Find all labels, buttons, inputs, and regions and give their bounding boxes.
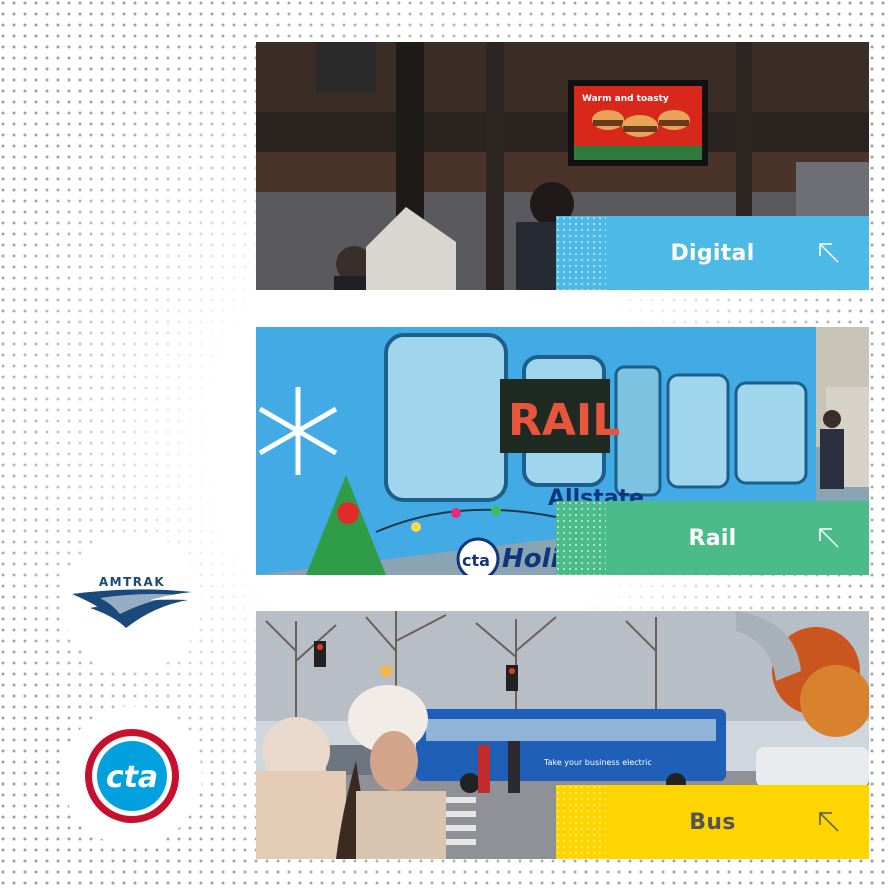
rail-led-sign: RAIL <box>508 395 620 446</box>
amtrak-logo-badge[interactable]: AMTRAK <box>62 532 202 672</box>
bus-card[interactable]: Take your business electric Bus <box>256 611 869 859</box>
rail-card[interactable]: RAIL Allstate cta Holiday <box>256 327 869 575</box>
digital-screen-headline: Warm and toasty <box>582 94 669 104</box>
page: Warm and toasty Digital RAIL Allstate ct… <box>0 0 891 891</box>
cta-logo: cta <box>85 729 179 823</box>
cta-logo-text: cta <box>106 760 158 795</box>
cta-logo-badge[interactable]: cta <box>62 706 202 846</box>
rail-tab[interactable]: Rail <box>556 501 869 575</box>
digital-card[interactable]: Warm and toasty Digital <box>256 42 869 290</box>
amtrak-logo-text: AMTRAK <box>99 575 165 589</box>
rail-card-label: Rail <box>688 525 737 551</box>
tab-dot-pattern <box>556 501 606 575</box>
bus-tab[interactable]: Bus <box>556 785 869 859</box>
arrow-up-left-icon <box>819 812 839 832</box>
amtrak-logo: AMTRAK <box>72 575 192 628</box>
digital-card-label: Digital <box>670 240 755 266</box>
arrow-up-left-icon <box>819 243 839 263</box>
tab-dot-pattern <box>556 785 606 859</box>
digital-tab[interactable]: Digital <box>556 216 869 290</box>
bus-ad-text: Take your business electric <box>543 758 652 767</box>
rail-logo-text: cta <box>462 551 490 570</box>
arrow-up-left-icon <box>819 528 839 548</box>
bus-card-label: Bus <box>689 809 736 835</box>
tab-dot-pattern <box>556 216 606 290</box>
